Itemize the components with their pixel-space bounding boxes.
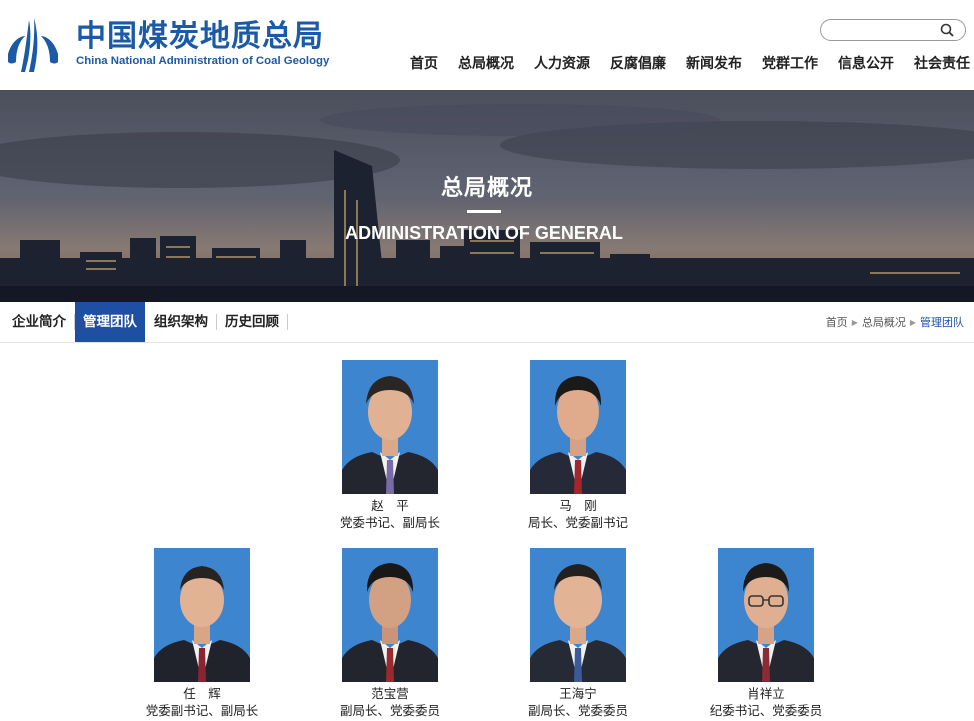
banner-title: 总局概况 (440, 176, 533, 201)
breadcrumb-current: 管理团队 (920, 316, 964, 329)
nav-item-news[interactable]: 新闻发布 (676, 53, 752, 73)
member-title: 副局长、党委委员 (527, 703, 628, 718)
member-portrait[interactable] (342, 548, 438, 682)
team-member-card: 王海宁 副局长、党委委员 (488, 548, 668, 719)
team-member-card: 肖祥立 纪委书记、党委委员 (676, 548, 856, 719)
member-title: 党委副书记、副局长 (145, 703, 259, 718)
breadcrumb-overview[interactable]: 总局概况 (862, 314, 906, 330)
nav-item-home[interactable]: 首页 (400, 53, 448, 73)
logo-english-name: China National Administration of Coal Ge… (76, 55, 330, 67)
member-name: 马 刚 (559, 498, 597, 513)
member-title: 党委书记、副局长 (339, 515, 440, 530)
search-icon[interactable] (940, 23, 954, 37)
nav-item-party-work[interactable]: 党群工作 (752, 53, 828, 73)
tab-divider (287, 314, 288, 330)
nav-item-info-disclosure[interactable]: 信息公开 (828, 53, 904, 73)
logo-chinese-name: 中国煤炭地质总局 (76, 19, 324, 54)
nav-item-hr[interactable]: 人力资源 (524, 53, 600, 73)
main-nav: 首页 总局概况 人力资源 反腐倡廉 新闻发布 党群工作 信息公开 社会责任 (400, 53, 974, 73)
nav-item-anti-corruption[interactable]: 反腐倡廉 (600, 53, 676, 73)
section-tabs: 企业简介 管理团队 组织架构 历史回顾 (4, 302, 288, 342)
member-portrait[interactable] (154, 548, 250, 682)
team-member-card: 任 辉 党委副书记、副局长 (112, 548, 292, 719)
logo-emblem-icon (8, 18, 58, 72)
search-input[interactable] (831, 22, 945, 39)
banner-subtitle: ADMINISTRATION OF GENERAL (345, 223, 623, 243)
search-box (820, 19, 966, 41)
site-header: 中国煤炭地质总局 China National Administration o… (0, 0, 974, 90)
team-member-card: 赵 平 党委书记、副局长 (300, 360, 480, 531)
banner-divider (467, 210, 501, 213)
member-name: 范宝营 (371, 686, 409, 701)
member-portrait[interactable] (530, 548, 626, 682)
page-banner: 总局概况 ADMINISTRATION OF GENERAL (0, 90, 974, 302)
nav-item-social-responsibility[interactable]: 社会责任 (904, 53, 974, 73)
breadcrumb-arrow-icon: ▶ (851, 317, 858, 327)
member-title: 副局长、党委委员 (339, 703, 440, 718)
tab-history[interactable]: 历史回顾 (217, 302, 287, 342)
member-title: 纪委书记、党委委员 (709, 703, 823, 718)
team-member-card: 马 刚 局长、党委副书记 (488, 360, 668, 531)
team-member-card: 范宝营 副局长、党委委员 (300, 548, 480, 719)
nav-item-overview[interactable]: 总局概况 (448, 53, 524, 73)
member-name: 王海宁 (559, 686, 597, 701)
section-subnav: 企业简介 管理团队 组织架构 历史回顾 首页 ▶ 总局概况 ▶ 管理团队 (0, 302, 974, 343)
tab-org-structure[interactable]: 组织架构 (146, 302, 216, 342)
breadcrumb: 首页 ▶ 总局概况 ▶ 管理团队 (826, 314, 964, 330)
tab-company-profile[interactable]: 企业简介 (4, 302, 74, 342)
tab-management-team[interactable]: 管理团队 (75, 302, 145, 342)
member-portrait[interactable] (530, 360, 626, 494)
member-title: 局长、党委副书记 (527, 515, 628, 530)
site-logo[interactable]: 中国煤炭地质总局 China National Administration o… (4, 14, 329, 74)
member-portrait[interactable] (342, 360, 438, 494)
member-name: 肖祥立 (747, 686, 785, 701)
breadcrumb-arrow-icon: ▶ (909, 317, 916, 327)
member-portrait[interactable] (718, 548, 814, 682)
breadcrumb-home[interactable]: 首页 (826, 314, 848, 330)
member-name: 任 辉 (183, 686, 221, 701)
member-name: 赵 平 (371, 498, 409, 513)
